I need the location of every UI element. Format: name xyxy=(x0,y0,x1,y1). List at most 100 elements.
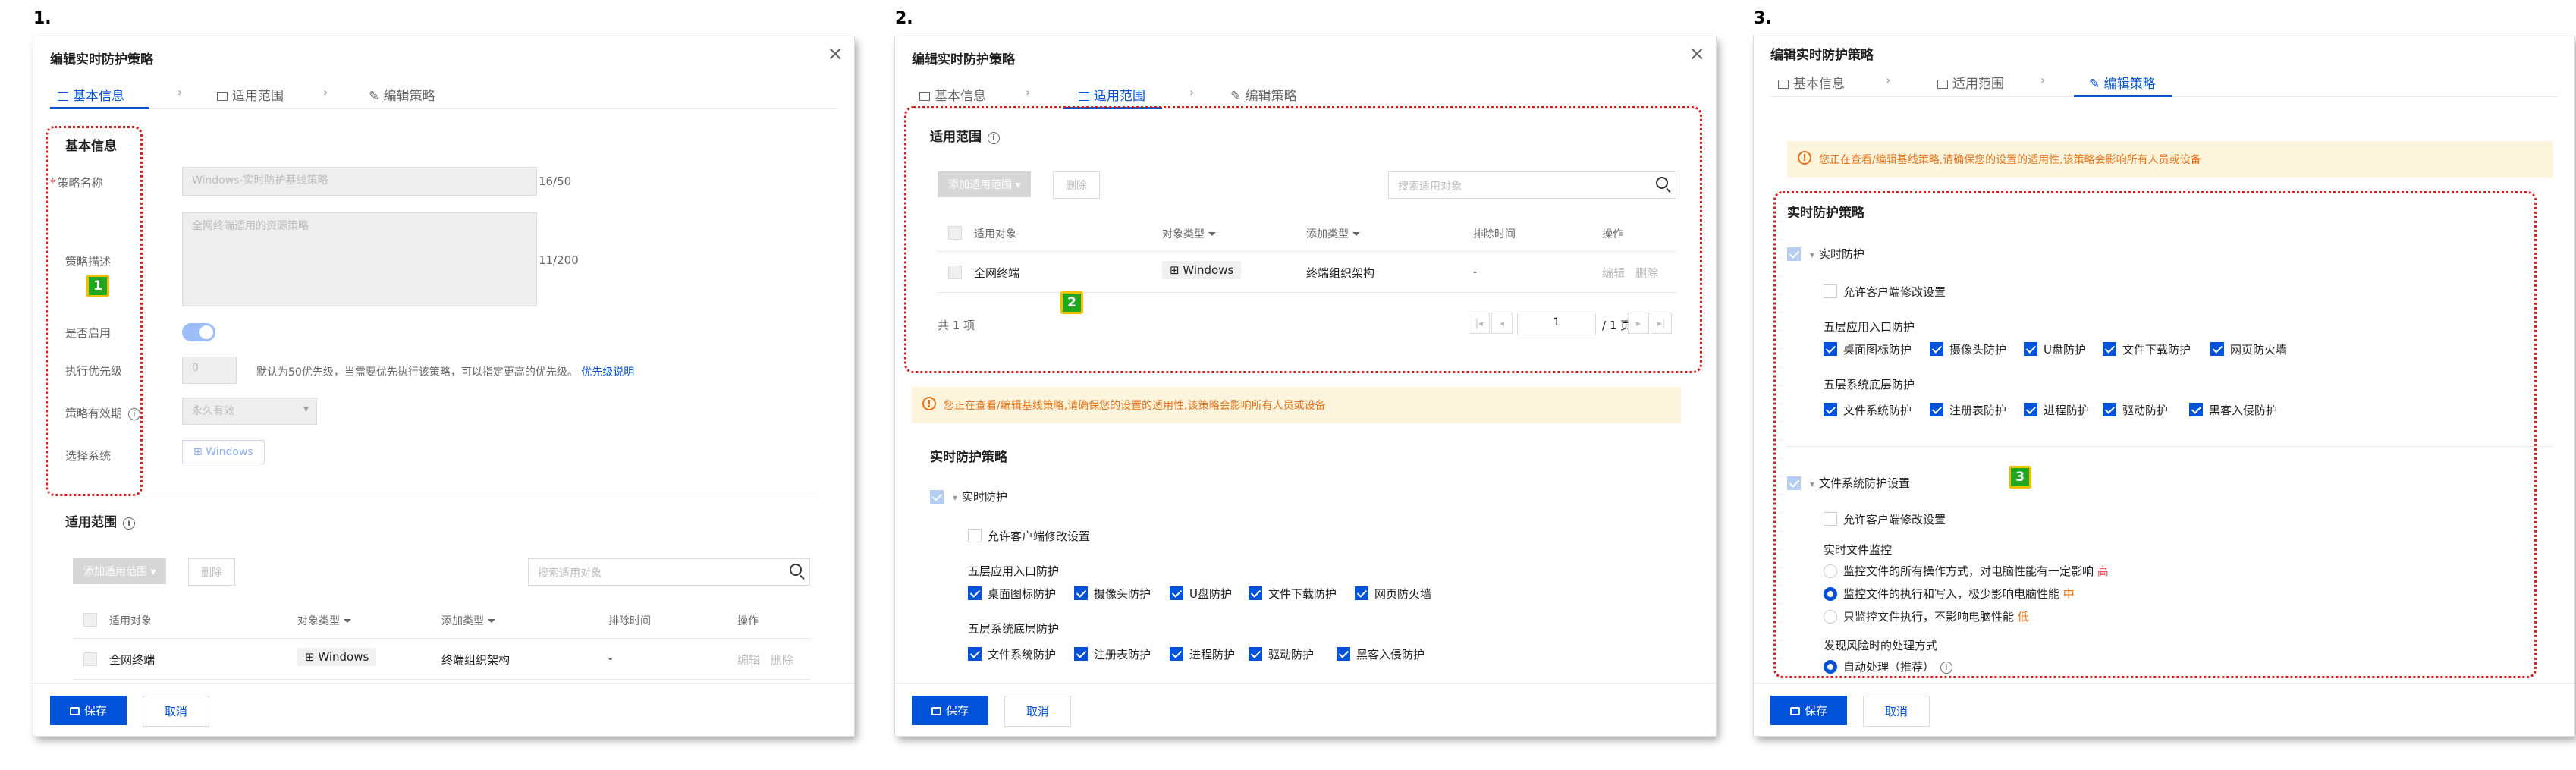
annotation-box-2 xyxy=(904,106,1702,373)
windows-system-button[interactable]: ⊞ Windows xyxy=(182,440,265,464)
step-nav: 基本信息 › 适用范围 › ✎ 编辑策略 xyxy=(1770,67,2558,97)
delete-scope-button[interactable]: 删除 xyxy=(188,558,235,586)
col-add-type[interactable]: 添加类型 ⏷ xyxy=(441,613,496,628)
cancel-button[interactable]: 取消 xyxy=(1863,696,1930,727)
row-checkbox[interactable] xyxy=(83,652,97,666)
section-scope: 适用范围 i xyxy=(65,511,135,530)
edit-icon: ✎ xyxy=(369,89,384,104)
save-button[interactable]: 保存 xyxy=(1770,696,1848,725)
opt-desktop-icon[interactable]: 桌面图标防护 xyxy=(968,586,1056,602)
list-icon xyxy=(1079,92,1089,101)
form-icon xyxy=(919,92,930,101)
cancel-button[interactable]: 取消 xyxy=(143,696,210,727)
validity-select[interactable]: 永久有效 xyxy=(182,398,317,425)
edit-icon: ✎ xyxy=(1230,89,1246,104)
edit-icon: ✎ xyxy=(2089,77,2104,92)
row-delete-link[interactable]: 删除 xyxy=(771,652,793,668)
opt-hacker[interactable]: 黑客入侵防护 xyxy=(1337,646,1425,662)
row-add-type: 终端组织架构 xyxy=(441,653,510,667)
list-icon xyxy=(217,92,228,101)
priority-help-link[interactable]: 优先级说明 xyxy=(581,366,634,379)
allow-client-modify-option[interactable]: 允许客户端修改设置 xyxy=(968,528,1090,544)
select-all-checkbox[interactable] xyxy=(83,613,97,627)
col-type[interactable]: 对象类型 ⏷ xyxy=(297,613,352,628)
dialog-footer: 保存 取消 xyxy=(1754,683,2574,736)
save-button[interactable]: 保存 xyxy=(50,696,127,725)
step-scope[interactable]: 适用范围 xyxy=(217,85,284,104)
warning-icon: ! xyxy=(922,397,936,410)
step-edit-policy[interactable]: ✎ 编辑策略 xyxy=(1230,85,1297,104)
tutorial-stage: 1. 编辑实时防护策略 × 基本信息 › 适用范围 › ✎ 编辑策略 基本信息 … xyxy=(0,0,2576,770)
dialog-footer: 保存 取消 xyxy=(33,683,854,736)
close-icon[interactable]: × xyxy=(827,44,843,64)
save-button[interactable]: 保存 xyxy=(912,696,989,725)
enable-toggle[interactable] xyxy=(182,323,215,341)
cancel-button[interactable]: 取消 xyxy=(1004,696,1072,727)
type-tag: ⊞ Windows xyxy=(297,648,377,666)
warning-icon: ! xyxy=(1798,151,1811,165)
opt-registry[interactable]: 注册表防护 xyxy=(1074,646,1151,662)
opt-usb[interactable]: U盘防护 xyxy=(1170,586,1232,602)
scope-search-input[interactable]: 搜索适用对象 xyxy=(528,558,810,586)
step-basic-info[interactable]: 基本信息 xyxy=(58,85,124,104)
opt-driver[interactable]: 驱动防护 xyxy=(1249,646,1314,662)
annotation-badge-3: 3 xyxy=(2009,466,2031,489)
opt-camera[interactable]: 摄像头防护 xyxy=(1074,586,1151,602)
save-icon xyxy=(931,707,941,715)
priority-hint: 默认为50优先级，当需要优先执行该策略，可以指定更高的优先级。 优先级说明 xyxy=(256,366,635,379)
panel-number-2: 2. xyxy=(895,9,913,28)
annotation-box-1 xyxy=(46,126,143,496)
step-edit-policy[interactable]: ✎ 编辑策略 xyxy=(369,85,435,104)
step-nav: 基本信息 › 适用范围 › ✎ 编辑策略 xyxy=(912,79,1699,109)
opt-filesystem[interactable]: 文件系统防护 xyxy=(968,646,1056,662)
step-basic-info[interactable]: 基本信息 xyxy=(919,85,986,104)
row-edit-link[interactable]: 编辑 xyxy=(737,652,760,668)
dialog-panel-1: 编辑实时防护策略 × 基本信息 › 适用范围 › ✎ 编辑策略 基本信息 * 策略… xyxy=(33,36,854,736)
step-basic-info[interactable]: 基本信息 xyxy=(1778,73,1845,92)
row-object: 全网终端 xyxy=(109,653,156,667)
opt-process[interactable]: 进程防护 xyxy=(1170,646,1235,662)
save-icon xyxy=(70,707,80,715)
realtime-protection-checkbox[interactable] xyxy=(930,490,944,504)
annotation-badge-1: 1 xyxy=(86,275,109,297)
opt-web-firewall[interactable]: 网页防火墙 xyxy=(1355,586,1431,602)
allow-client-modify-checkbox[interactable] xyxy=(968,529,982,542)
priority-input[interactable]: 0 xyxy=(182,357,237,384)
chevron-right-icon: › xyxy=(177,85,183,99)
policy-name-input[interactable]: Windows-实时防护基线策略 xyxy=(182,167,537,196)
col-exclude-time: 排除时间 xyxy=(608,615,651,627)
annotation-box-3 xyxy=(1773,191,2537,678)
col-actions: 操作 xyxy=(737,615,759,627)
chevron-right-icon: › xyxy=(1886,73,1891,87)
windows-icon: ⊞ xyxy=(193,446,206,458)
form-icon xyxy=(58,92,68,101)
opt-download[interactable]: 文件下载防护 xyxy=(1249,586,1337,602)
form-icon xyxy=(1778,80,1789,89)
filter-icon: ⏷ xyxy=(343,615,352,627)
dialog-title: 编辑实时防护策略 xyxy=(50,52,153,68)
search-icon[interactable] xyxy=(790,564,802,576)
name-char-count: 16/50 xyxy=(539,174,572,188)
dialog-panel-2: 编辑实时防护策略 × 基本信息 › 适用范围 › ✎ 编辑策略 适用范围 i 添加… xyxy=(895,36,1716,736)
close-icon[interactable]: × xyxy=(1689,44,1705,64)
annotation-badge-2: 2 xyxy=(1060,291,1083,314)
step-scope[interactable]: 适用范围 xyxy=(1079,85,1145,104)
scope-table-header: 适用对象 对象类型 ⏷ 添加类型 ⏷ 排除时间 操作 xyxy=(73,602,810,639)
dialog-title: 编辑实时防护策略 xyxy=(1770,48,1874,63)
step-scope[interactable]: 适用范围 xyxy=(1937,73,2004,92)
dialog-title: 编辑实时防护策略 xyxy=(912,52,1015,68)
add-scope-button[interactable]: 添加适用范围 xyxy=(73,558,167,584)
list-icon xyxy=(1937,80,1948,89)
layer5-sys-title: 五层系统底层防护 xyxy=(968,622,1060,636)
desc-char-count: 11/200 xyxy=(539,253,579,267)
info-icon[interactable]: i xyxy=(123,517,135,530)
active-step-underline xyxy=(50,107,149,109)
baseline-warning-alert: ! 您正在查看/编辑基线策略,请确保您的设置的适用性,该策略会影响所有人员或设备 xyxy=(912,387,1681,423)
step-edit-policy[interactable]: ✎ 编辑策略 xyxy=(2089,73,2156,92)
policy-desc-textarea[interactable]: 全网终端适用的资源策略 xyxy=(182,212,537,306)
section-policy: 实时防护策略 xyxy=(930,450,1007,465)
chevron-right-icon: › xyxy=(323,85,328,99)
panel-number-3: 3. xyxy=(1754,9,1772,28)
step-nav: 基本信息 › 适用范围 › ✎ 编辑策略 xyxy=(50,79,837,109)
panel-number-1: 1. xyxy=(33,9,52,28)
